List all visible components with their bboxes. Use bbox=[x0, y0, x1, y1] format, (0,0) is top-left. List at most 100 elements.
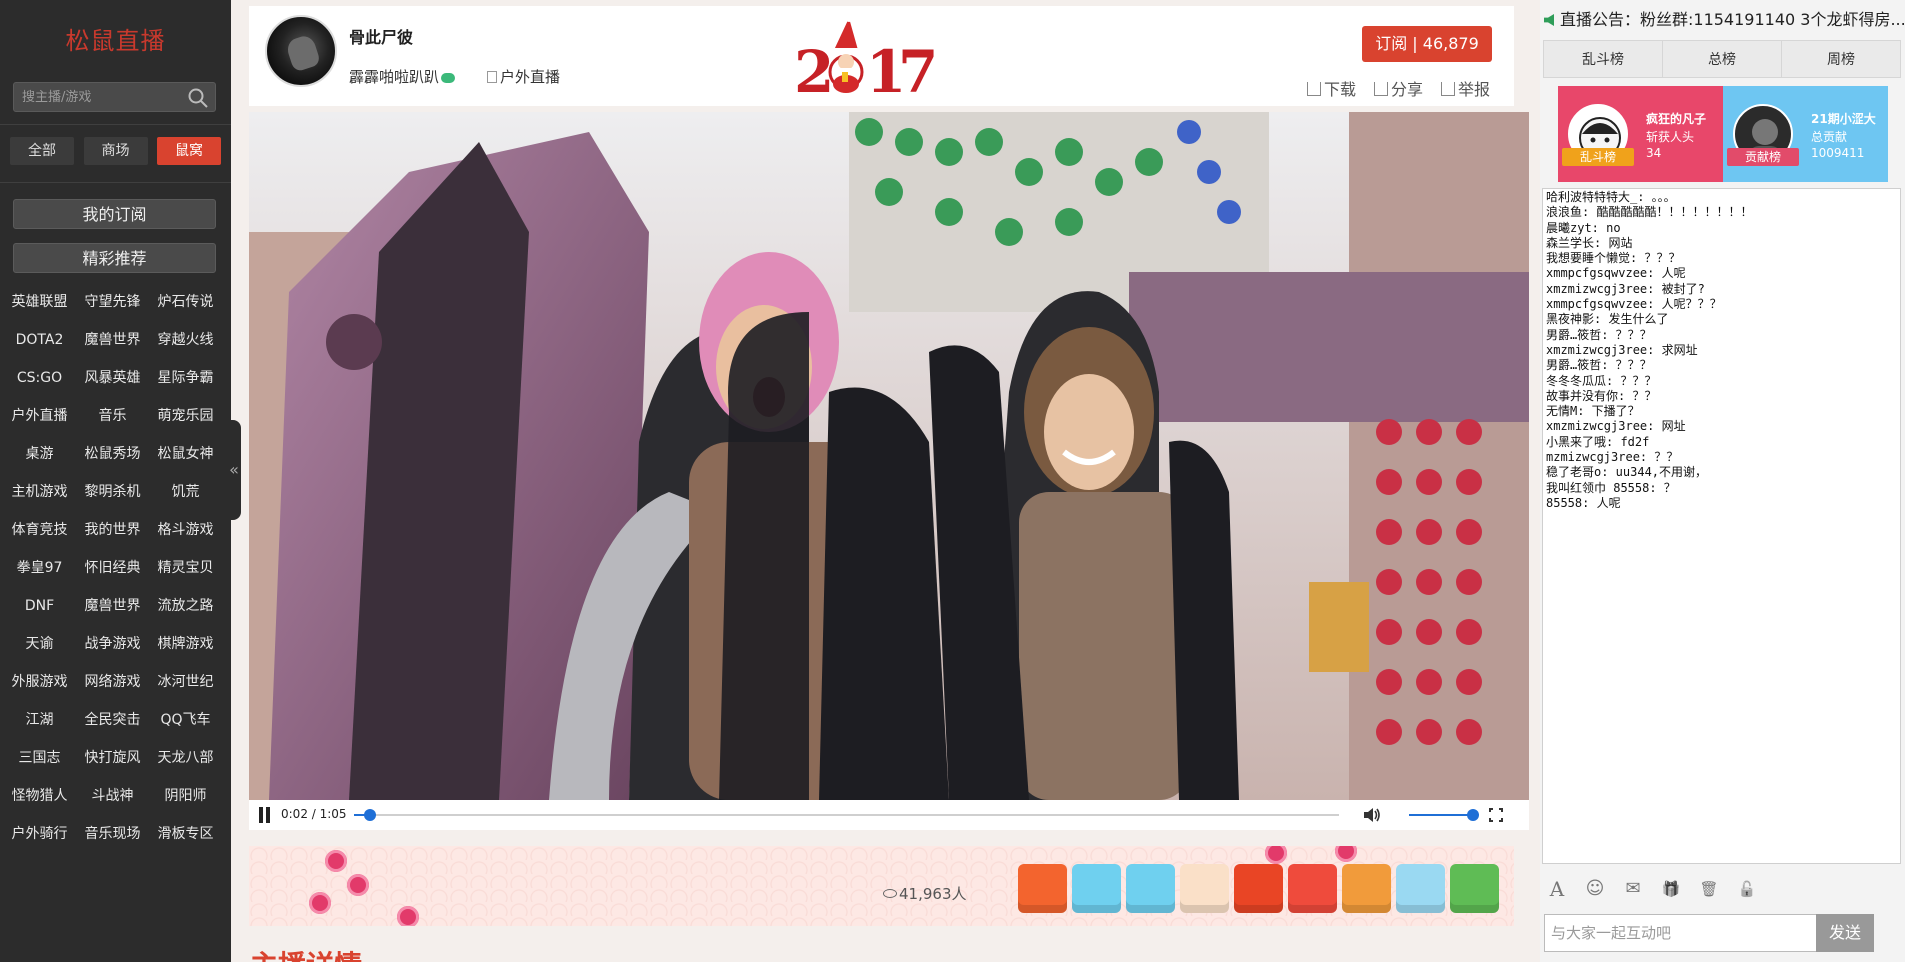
site-logo[interactable]: 松鼠直播 bbox=[0, 0, 231, 80]
category-item[interactable]: 天谕 bbox=[3, 625, 76, 663]
category-item[interactable]: 怀旧经典 bbox=[76, 549, 149, 587]
category-item[interactable]: 炉石传说 bbox=[149, 283, 222, 321]
viewer-count-text: 41,963人 bbox=[899, 885, 967, 903]
category-item[interactable]: 音乐 bbox=[76, 397, 149, 435]
streamer-avatar[interactable] bbox=[265, 15, 337, 87]
category-item[interactable]: 天龙八部 bbox=[149, 739, 222, 777]
font-style-icon[interactable]: A bbox=[1546, 878, 1568, 900]
contribution-rank-card[interactable]: 贡献榜 21期小涩大 总贡献 1009411 bbox=[1723, 86, 1888, 182]
category-item[interactable]: 英雄联盟 bbox=[3, 283, 76, 321]
category-item[interactable]: 松鼠女神 bbox=[149, 435, 222, 473]
progress-handle[interactable] bbox=[363, 809, 376, 821]
message-icon[interactable]: ✉ bbox=[1622, 878, 1644, 900]
category-item[interactable]: 音乐现场 bbox=[76, 815, 149, 853]
category-item[interactable]: 桌游 bbox=[3, 435, 76, 473]
category-item[interactable]: 星际争霸 bbox=[149, 359, 222, 397]
download-link[interactable]: 下载 bbox=[1306, 76, 1356, 100]
orange-pouch-gift-icon[interactable] bbox=[1018, 864, 1067, 913]
category-item[interactable]: 全民突击 bbox=[76, 701, 149, 739]
polar-bear-gift-icon[interactable] bbox=[1072, 864, 1121, 913]
category-item[interactable]: 饥荒 bbox=[149, 473, 222, 511]
filter-nest[interactable]: 鼠窝 bbox=[157, 137, 221, 165]
lock-icon[interactable]: 🔓 bbox=[1736, 878, 1758, 900]
category-item[interactable]: 守望先锋 bbox=[76, 283, 149, 321]
category-item[interactable]: 快打旋风 bbox=[76, 739, 149, 777]
category-item[interactable]: 战争游戏 bbox=[76, 625, 149, 663]
chat-message: 森兰学长: 网站 bbox=[1546, 235, 1633, 250]
tab-total-rank[interactable]: 总榜 bbox=[1662, 40, 1781, 78]
filter-mall[interactable]: 商场 bbox=[83, 137, 148, 165]
category-item[interactable]: 精灵宝贝 bbox=[149, 549, 222, 587]
chat-messages[interactable]: 哈利波特特特大_: 。。。 浪浪鱼: 酷酷酷酷酷！！！！！！！！ 晨曦zyt: no… bbox=[1542, 188, 1901, 864]
chat-message: 晨曦zyt: no bbox=[1546, 220, 1621, 235]
featured-button[interactable]: 精彩推荐 bbox=[13, 243, 216, 273]
category-item[interactable]: 滑板专区 bbox=[149, 815, 222, 853]
category-item[interactable]: 户外直播 bbox=[3, 397, 76, 435]
stream-category[interactable]: 户外直播 bbox=[487, 66, 560, 87]
category-item[interactable]: 流放之路 bbox=[149, 587, 222, 625]
category-item[interactable]: 外服游戏 bbox=[3, 663, 76, 701]
volume-icon[interactable] bbox=[1363, 807, 1381, 823]
stream-header: 骨此尸彼 霹霹啪啦趴趴 户外直播 2 1 7 订阅 | 46,879 下载 分享… bbox=[249, 6, 1514, 106]
collapse-sidebar-icon[interactable]: « bbox=[227, 420, 241, 520]
plum-blossom-decoration bbox=[347, 874, 369, 896]
category-item[interactable]: 松鼠秀场 bbox=[76, 435, 149, 473]
clear-chat-icon[interactable]: 🗑 bbox=[1698, 878, 1720, 900]
pause-button[interactable] bbox=[257, 807, 273, 823]
chat-input[interactable] bbox=[1544, 914, 1819, 952]
category-item[interactable]: 我的世界 bbox=[76, 511, 149, 549]
category-item[interactable]: 魔兽世界 bbox=[76, 321, 149, 359]
volume-handle[interactable] bbox=[1467, 809, 1479, 821]
tab-weekly-rank[interactable]: 周榜 bbox=[1781, 40, 1901, 78]
search-input[interactable] bbox=[14, 83, 184, 111]
category-item[interactable]: 阴阳师 bbox=[149, 777, 222, 815]
gift-icon[interactable]: 🎁 bbox=[1660, 878, 1682, 900]
tab-brawl-rank[interactable]: 乱斗榜 bbox=[1543, 40, 1662, 78]
category-item[interactable]: 魔兽世界 bbox=[76, 587, 149, 625]
category-item[interactable]: 黎明杀机 bbox=[76, 473, 149, 511]
golden-bell-gift-icon[interactable] bbox=[1234, 864, 1283, 913]
category-item[interactable]: 风暴英雄 bbox=[76, 359, 149, 397]
send-button[interactable]: 发送 bbox=[1816, 914, 1874, 952]
taiyaki-fish-gift-icon[interactable] bbox=[1342, 864, 1391, 913]
brawl-rank-card[interactable]: 乱斗榜 疯狂的凡子 斩获人头 34 bbox=[1558, 86, 1723, 182]
subscribe-button[interactable]: 订阅 | 46,879 bbox=[1362, 26, 1492, 62]
category-item[interactable]: 格斗游戏 bbox=[149, 511, 222, 549]
category-item[interactable]: 体育竞技 bbox=[3, 511, 76, 549]
category-item[interactable]: DOTA2 bbox=[3, 321, 76, 359]
filter-all[interactable]: 全部 bbox=[10, 137, 74, 165]
rice-ball-gift-icon[interactable] bbox=[1396, 864, 1445, 913]
progress-bar[interactable] bbox=[354, 809, 1339, 821]
report-icon bbox=[1440, 82, 1455, 96]
share-link[interactable]: 分享 bbox=[1373, 76, 1423, 100]
fullscreen-icon[interactable] bbox=[1488, 807, 1504, 823]
category-item[interactable]: 拳皇97 bbox=[3, 549, 76, 587]
volume-slider[interactable] bbox=[1409, 809, 1479, 821]
snowflake-gift-icon[interactable] bbox=[1126, 864, 1175, 913]
category-item[interactable]: 怪物猎人 bbox=[3, 777, 76, 815]
category-item[interactable]: 主机游戏 bbox=[3, 473, 76, 511]
category-item[interactable]: 网络游戏 bbox=[76, 663, 149, 701]
category-item[interactable]: 穿越火线 bbox=[149, 321, 222, 359]
category-item[interactable]: 江湖 bbox=[3, 701, 76, 739]
chat-message: 无情M: 下播了？ bbox=[1546, 404, 1640, 419]
category-item[interactable]: 棋牌游戏 bbox=[149, 625, 222, 663]
my-subscriptions-button[interactable]: 我的订阅 bbox=[13, 199, 216, 229]
search-icon[interactable] bbox=[187, 87, 209, 109]
category-item[interactable]: CS:GO bbox=[3, 359, 76, 397]
right-panel: 直播公告：粉丝群:1154191140 3个龙虾得房... 乱斗榜 总榜 周榜 … bbox=[1540, 0, 1905, 962]
download-label: 下载 bbox=[1323, 80, 1356, 99]
video-player[interactable] bbox=[249, 112, 1529, 800]
category-item[interactable]: 冰河世纪 bbox=[149, 663, 222, 701]
category-item[interactable]: 萌宠乐园 bbox=[149, 397, 222, 435]
sushi-roll-gift-icon[interactable] bbox=[1450, 864, 1499, 913]
category-item[interactable]: 户外骑行 bbox=[3, 815, 76, 853]
report-link[interactable]: 举报 bbox=[1440, 76, 1490, 100]
category-item[interactable]: DNF bbox=[3, 587, 76, 625]
emoji-icon[interactable]: ☺ bbox=[1584, 878, 1606, 900]
category-item[interactable]: QQ飞车 bbox=[149, 701, 222, 739]
gingerbread-gift-icon[interactable] bbox=[1180, 864, 1229, 913]
lobster-gift-icon[interactable] bbox=[1288, 864, 1337, 913]
category-item[interactable]: 三国志 bbox=[3, 739, 76, 777]
category-item[interactable]: 斗战神 bbox=[76, 777, 149, 815]
